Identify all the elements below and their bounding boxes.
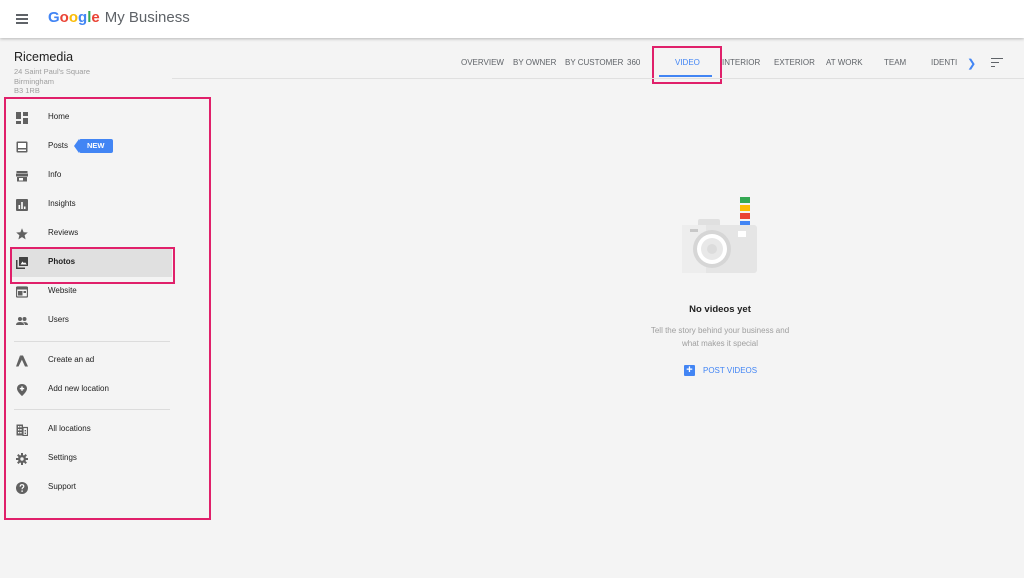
hamburger-icon[interactable]	[16, 14, 28, 24]
sidebar-item-label: Create an ad	[48, 355, 95, 364]
tab-exterior[interactable]: EXTERIOR	[774, 58, 815, 67]
tab-360[interactable]: 360	[627, 58, 640, 67]
tab-at-work[interactable]: AT WORK	[826, 58, 863, 67]
logo-letter: g	[78, 9, 88, 26]
logo-letter: G	[48, 9, 60, 26]
tab-video[interactable]: VIDEO	[675, 58, 700, 67]
sidebar-item-settings[interactable]: Settings	[0, 445, 170, 473]
camera-icon	[682, 197, 757, 273]
sidebar-item-add-location[interactable]: Add new location	[0, 376, 170, 404]
sidebar-item-reviews[interactable]: Reviews	[0, 220, 170, 248]
add-icon: +	[684, 365, 695, 376]
camera-stripe	[740, 213, 750, 219]
empty-state-title: No videos yet	[689, 304, 751, 315]
sidebar-item-info[interactable]: Info	[0, 162, 170, 190]
storefront-icon	[16, 171, 28, 182]
address-line: Birmingham	[14, 76, 55, 86]
sidebar-item-label: Support	[48, 482, 77, 491]
tab-overview[interactable]: OVERVIEW	[461, 58, 504, 67]
address-line: B3 1RB	[14, 86, 40, 95]
sidebar-item-label: Info	[48, 170, 62, 179]
sidebar-item-label: Posts	[48, 141, 69, 150]
sidebar-item-label: Insights	[48, 199, 76, 208]
sidebar-item-posts[interactable]: Posts NEW	[0, 133, 170, 161]
sidebar-item-website[interactable]: Website	[0, 278, 170, 306]
gear-icon	[16, 453, 28, 465]
camera-stripe	[740, 197, 750, 203]
sidebar-item-label: Home	[48, 112, 70, 121]
sidebar-item-create-ad[interactable]: Create an ad	[0, 347, 170, 375]
insights-icon	[16, 199, 28, 211]
tab-interior[interactable]: INTERIOR	[722, 58, 760, 67]
sidebar-item-label: Photos	[48, 257, 76, 266]
description-line: Tell the story behind your business and	[650, 326, 790, 335]
logo-letter: e	[91, 9, 100, 26]
business-address: 24 Saint Paul's Square Birmingham B3 1RB	[14, 67, 90, 96]
empty-state-description: Tell the story behind your business and …	[620, 325, 820, 350]
sort-icon[interactable]	[991, 58, 1003, 68]
tab-team[interactable]: TEAM	[884, 58, 906, 67]
app-bar: Google My Business	[0, 0, 1024, 38]
sidebar-item-all-locations[interactable]: All locations	[0, 416, 170, 444]
address-line: 24 Saint Paul's Square	[14, 67, 91, 76]
sidebar-divider	[14, 409, 170, 410]
business-name: Ricemedia	[14, 50, 74, 64]
logo-letter: o	[59, 9, 69, 26]
post-videos-label: POST VIDEOS	[703, 366, 758, 375]
posts-icon	[16, 141, 28, 153]
chevron-right-icon[interactable]: ❯	[967, 57, 976, 70]
sidebar-item-label: Users	[48, 315, 69, 324]
active-tab-indicator	[659, 75, 712, 77]
description-line: what makes it special	[681, 338, 759, 348]
logo-letter: o	[68, 9, 79, 26]
sidebar-item-support[interactable]: Support	[0, 474, 170, 502]
web-icon	[16, 286, 28, 298]
photo-category-tabs: OVERVIEW BY OWNER BY CUSTOMER 360 VIDEO …	[172, 46, 1024, 79]
adwords-icon	[16, 355, 28, 367]
sidebar-item-label: All locations	[48, 424, 91, 433]
sidebar-item-label: Add new location	[48, 384, 109, 393]
camera-stripe	[740, 205, 750, 211]
sidebar-item-label: Website	[48, 286, 77, 295]
tab-by-customer[interactable]: BY CUSTOMER	[565, 58, 623, 67]
brand-logo[interactable]: Google My Business	[48, 9, 190, 26]
building-icon	[16, 424, 28, 436]
dashboard-icon	[16, 112, 28, 124]
new-badge: NEW	[74, 139, 113, 153]
sidebar-item-insights[interactable]: Insights	[0, 191, 170, 219]
help-icon	[16, 482, 28, 494]
tab-by-owner[interactable]: BY OWNER	[513, 58, 556, 67]
sidebar-item-photos[interactable]: Photos	[12, 249, 172, 277]
add-location-icon	[17, 384, 27, 396]
sidebar-divider	[14, 341, 170, 342]
sidebar-item-home[interactable]: Home	[0, 104, 170, 132]
tab-identity[interactable]: IDENTI	[931, 58, 957, 67]
photo-library-icon	[16, 257, 28, 269]
product-name: My Business	[104, 9, 190, 26]
people-icon	[16, 317, 28, 325]
sidebar-item-label: Reviews	[48, 228, 79, 237]
star-icon	[16, 228, 28, 240]
sidebar-item-label: Settings	[48, 453, 77, 462]
sidebar-item-users[interactable]: Users	[0, 307, 170, 335]
